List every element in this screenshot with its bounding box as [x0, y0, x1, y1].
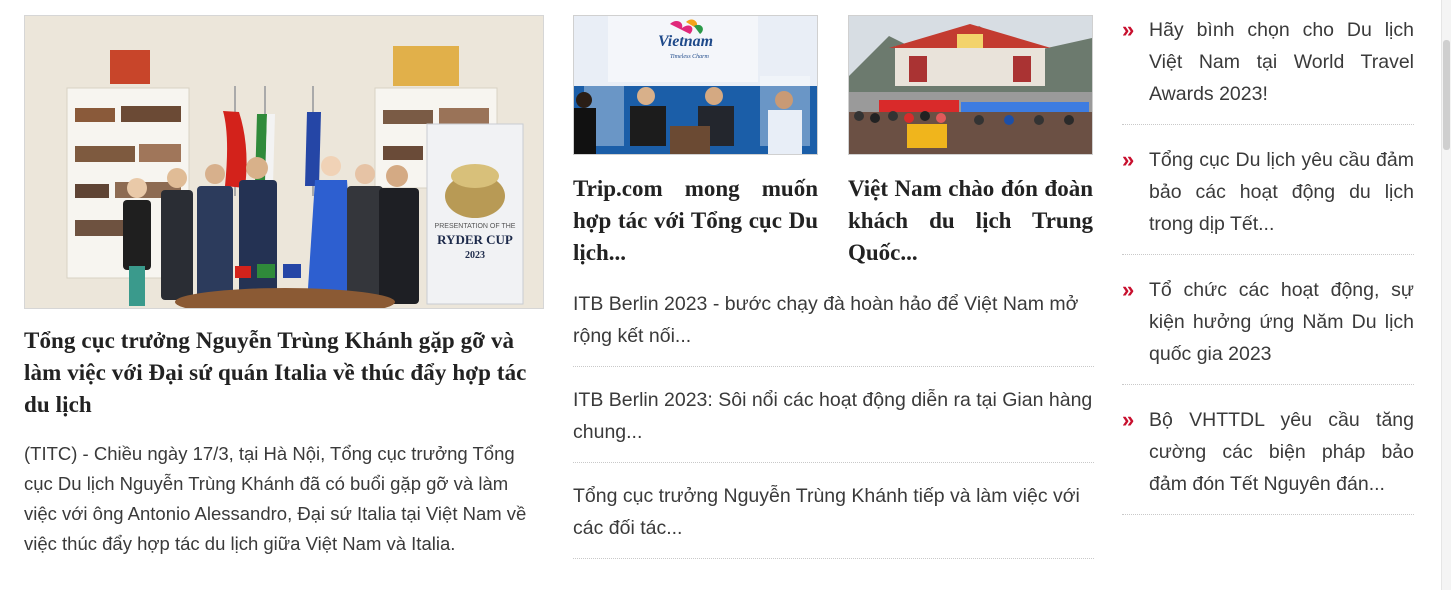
scrollbar-thumb[interactable]	[1443, 40, 1450, 150]
list-item: ITB Berlin 2023 - bước chạy đà hoàn hảo …	[573, 284, 1094, 367]
list-item: » Bộ VHTTDL yêu cầu tăng cường các biện …	[1122, 402, 1414, 515]
list-item: » Hãy bình chọn cho Du lịch Việt Nam tại…	[1122, 12, 1414, 125]
meeting-photo: PRESENTATION OF THE RYDER CUP 2023	[25, 16, 543, 308]
right-news-link-1[interactable]: Hãy bình chọn cho Du lịch Việt Nam tại W…	[1149, 19, 1414, 105]
card-image-tripcom[interactable]: Vietnam Timeless Charm	[573, 15, 818, 155]
poster-line3: 2023	[465, 250, 485, 261]
right-news-link-2[interactable]: Tổng cục Du lịch yêu cầu đảm bảo các hoạ…	[1149, 149, 1414, 235]
list-item: ITB Berlin 2023: Sôi nổi các hoạt động d…	[573, 380, 1094, 463]
right-news-list: » Hãy bình chọn cho Du lịch Việt Nam tại…	[1122, 12, 1414, 532]
vietnam-logo-tagline: Timeless Charm	[670, 54, 710, 60]
featured-article: PRESENTATION OF THE RYDER CUP 2023 Tổng …	[24, 15, 544, 559]
card-title-tripcom[interactable]: Trip.com mong muốn hợp tác với Tổng cục …	[573, 173, 818, 269]
list-item: » Tổ chức các hoạt động, sự kiện hưởng ứ…	[1122, 272, 1414, 385]
right-news-link-3[interactable]: Tổ chức các hoạt động, sự kiện hưởng ứng…	[1149, 279, 1414, 365]
list-item: Tổng cục trưởng Nguyễn Trùng Khánh tiếp …	[573, 476, 1094, 559]
poster-line2: RYDER CUP	[437, 232, 513, 247]
news-card-tripcom: Vietnam Timeless Charm Trip.com mong muố…	[573, 15, 818, 269]
middle-news-link-1[interactable]: ITB Berlin 2023 - bước chạy đà hoàn hảo …	[573, 293, 1078, 347]
middle-news-list: ITB Berlin 2023 - bước chạy đà hoàn hảo …	[573, 284, 1094, 572]
poster-line1: PRESENTATION OF THE	[435, 223, 516, 230]
border-gate-photo	[849, 16, 1092, 154]
middle-news-link-2[interactable]: ITB Berlin 2023: Sôi nổi các hoạt động d…	[573, 389, 1092, 443]
scrollbar-track[interactable]	[1441, 0, 1451, 590]
featured-image[interactable]: PRESENTATION OF THE RYDER CUP 2023	[24, 15, 544, 309]
double-chevron-icon: »	[1122, 147, 1135, 172]
office-meeting-photo: Vietnam Timeless Charm	[574, 16, 817, 154]
featured-title[interactable]: Tổng cục trưởng Nguyễn Trùng Khánh gặp g…	[24, 325, 544, 421]
middle-news-link-3[interactable]: Tổng cục trưởng Nguyễn Trùng Khánh tiếp …	[573, 485, 1080, 539]
double-chevron-icon: »	[1122, 407, 1135, 432]
news-card-chinese-tourists: Việt Nam chào đón đoàn khách du lịch Tru…	[848, 15, 1093, 269]
double-chevron-icon: »	[1122, 17, 1135, 42]
card-title-chinese-tourists[interactable]: Việt Nam chào đón đoàn khách du lịch Tru…	[848, 173, 1093, 269]
list-item: » Tổng cục Du lịch yêu cầu đảm bảo các h…	[1122, 142, 1414, 255]
card-image-chinese-tourists[interactable]	[848, 15, 1093, 155]
right-news-link-4[interactable]: Bộ VHTTDL yêu cầu tăng cường các biện ph…	[1149, 409, 1414, 495]
double-chevron-icon: »	[1122, 277, 1135, 302]
featured-summary: (TITC) - Chiều ngày 17/3, tại Hà Nội, Tổ…	[24, 443, 527, 554]
vietnam-logo-text: Vietnam	[658, 33, 713, 50]
